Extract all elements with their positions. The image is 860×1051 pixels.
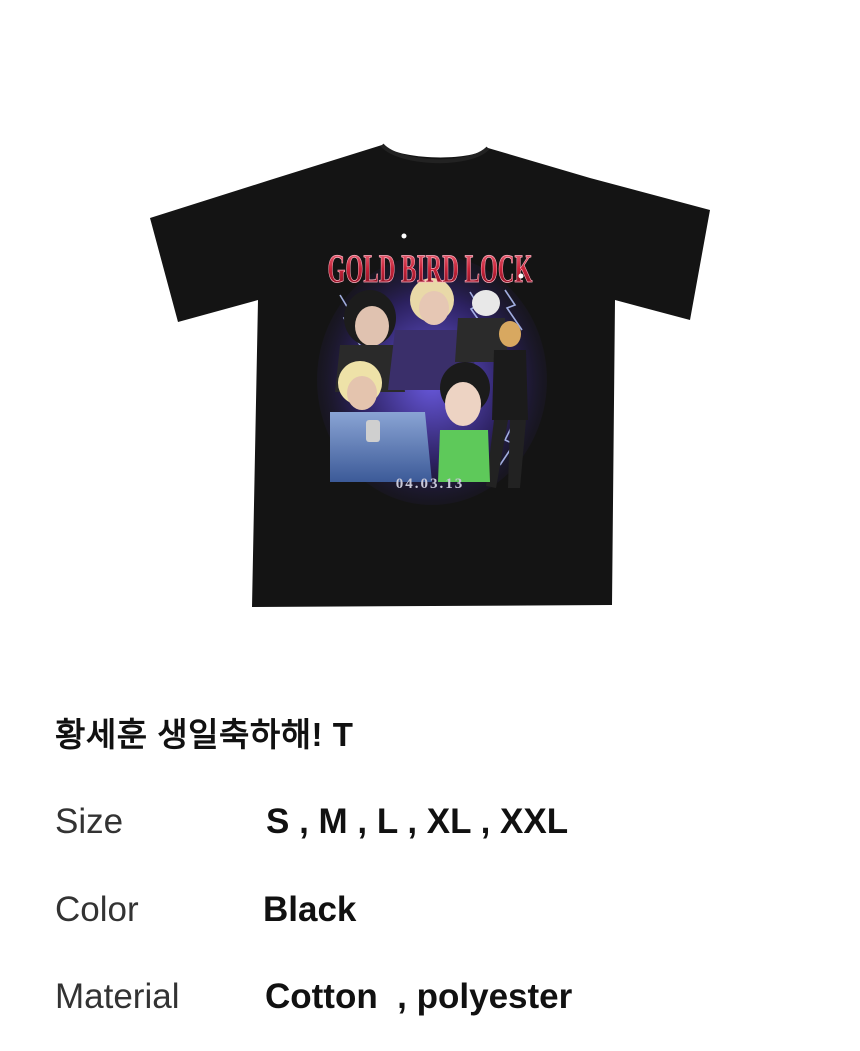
spec-row-material: Material Cotton , polyester xyxy=(0,967,860,1027)
print-date-text: 04.03.13 xyxy=(396,476,465,492)
spec-row-size: Size S , M , L , XL , XXL xyxy=(0,792,860,852)
print-logo-text: GOLD BIRD LOCK xyxy=(328,246,533,291)
tshirt-image: GOLD BIRD LOCK 04.03.13 xyxy=(150,143,710,607)
product-title: 황세훈 생일축하해! T xyxy=(55,716,354,753)
material-value: Cotton , polyester xyxy=(265,977,573,1016)
size-value: S , M , L , XL , XXL xyxy=(266,802,569,841)
color-label: Color xyxy=(55,890,139,929)
material-label: Material xyxy=(55,977,180,1016)
color-value: Black xyxy=(263,890,357,929)
product-image[interactable]: GOLD BIRD LOCK 04.03.13 xyxy=(0,0,860,650)
size-label: Size xyxy=(55,802,124,841)
spec-row-color: Color Black xyxy=(0,880,860,940)
